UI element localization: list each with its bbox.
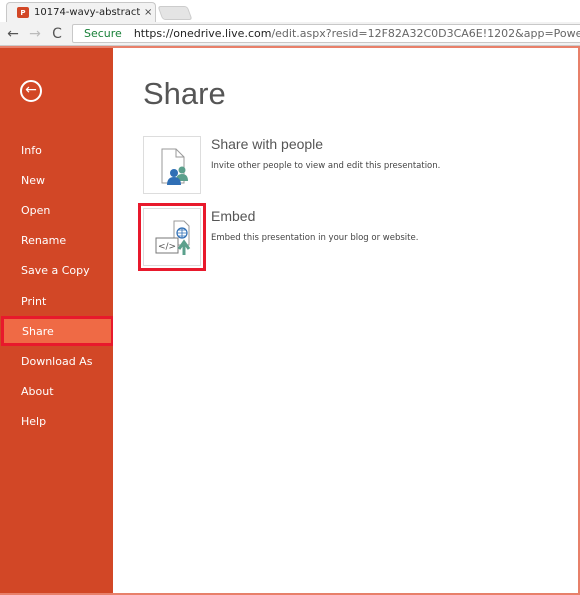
sidebar-item-save-a-copy[interactable]: Save a Copy (0, 256, 113, 286)
sidebar-item-download-as[interactable]: Download As (0, 346, 113, 376)
embed-option[interactable]: </> Embed Embed this presentation in you… (138, 203, 419, 271)
browser-tab-bar: P 10174-wavy-abstract-blu × (0, 0, 580, 22)
option-title[interactable]: Embed (211, 208, 418, 224)
share-with-people-option[interactable]: Share with people Invite other people to… (143, 136, 440, 194)
sidebar-item-rename[interactable]: Rename (0, 226, 113, 256)
app-window: ← Info New Open Rename Save a Copy Print… (0, 46, 580, 595)
sidebar-item-open[interactable]: Open (0, 195, 113, 225)
page-title: Share (143, 76, 226, 111)
tab-title: 10174-wavy-abstract-blu (34, 7, 140, 18)
browser-tab[interactable]: P 10174-wavy-abstract-blu × (6, 2, 156, 22)
back-arrow-icon[interactable]: ← (4, 26, 22, 42)
option-description: Invite other people to view and edit thi… (211, 161, 441, 171)
option-description: Embed this presentation in your blog or … (211, 233, 419, 243)
sidebar-item-new[interactable]: New (0, 165, 113, 195)
code-glyph: </> (158, 242, 176, 252)
sidebar-item-share[interactable]: Share (1, 316, 114, 347)
forward-arrow-icon[interactable]: → (26, 26, 44, 42)
powerpoint-icon: P (17, 7, 29, 18)
close-icon[interactable]: × (144, 7, 152, 18)
sidebar-nav: Info New Open Rename Save a Copy Print S… (0, 135, 114, 437)
sidebar: ← Info New Open Rename Save a Copy Print… (0, 48, 114, 593)
url-host: https://onedrive.live.com (133, 27, 272, 40)
sidebar-item-info[interactable]: Info (0, 135, 113, 165)
embed-icon[interactable]: </> (138, 203, 206, 271)
new-tab-button[interactable] (157, 6, 193, 20)
main-panel: Share Share with people Invite other peo… (113, 48, 578, 593)
url-path: /edit.aspx?resid=12F82A32C0D3CA6E!1202&a… (271, 27, 580, 40)
sidebar-item-print[interactable]: Print (0, 286, 113, 316)
option-title[interactable]: Share with people (211, 136, 440, 152)
sidebar-item-about[interactable]: About (0, 377, 113, 407)
secure-label: Secure (84, 27, 122, 40)
address-bar: ← → C Secure https://onedrive.live.com /… (0, 22, 580, 46)
back-circle-icon[interactable]: ← (20, 80, 42, 102)
url-input[interactable]: Secure https://onedrive.live.com /edit.a… (72, 24, 580, 43)
reload-icon[interactable]: C (48, 26, 66, 42)
sidebar-item-help[interactable]: Help (0, 407, 113, 437)
share-people-icon[interactable] (143, 136, 201, 194)
